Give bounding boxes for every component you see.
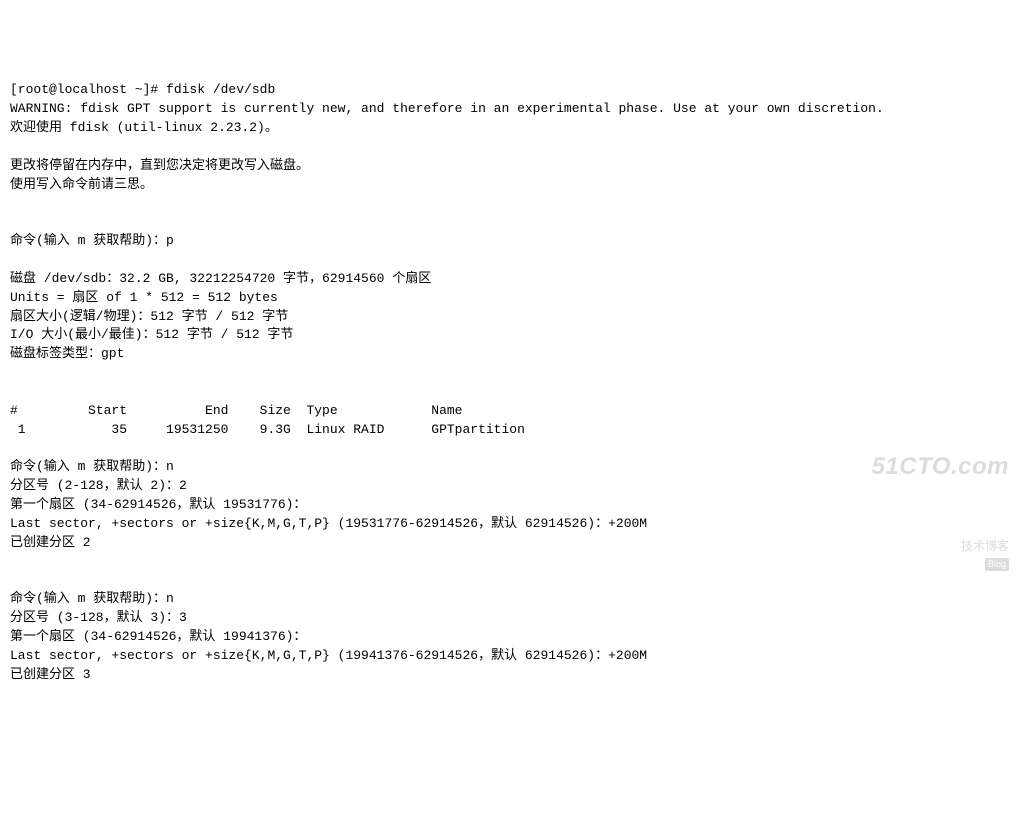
terminal-output: [root@localhost ~]# fdisk /dev/sdbWARNIN…: [10, 81, 1007, 684]
terminal-line: [10, 552, 1007, 571]
terminal-line: [10, 439, 1007, 458]
terminal-line: 分区号 (2-128，默认 2)：2: [10, 477, 1007, 496]
terminal-line: 已创建分区 3: [10, 666, 1007, 685]
terminal-line: [10, 213, 1007, 232]
terminal-line: Last sector, +sectors or +size{K,M,G,T,P…: [10, 647, 1007, 666]
terminal-line: [10, 194, 1007, 213]
terminal-line: 磁盘 /dev/sdb：32.2 GB, 32212254720 字节，6291…: [10, 270, 1007, 289]
terminal-line: 更改将停留在内存中，直到您决定将更改写入磁盘。: [10, 157, 1007, 176]
terminal-line: [10, 571, 1007, 590]
terminal-line: 分区号 (3-128，默认 3)：3: [10, 609, 1007, 628]
terminal-line: 命令(输入 m 获取帮助)：n: [10, 458, 1007, 477]
terminal-line: [10, 364, 1007, 383]
terminal-line: 命令(输入 m 获取帮助)：p: [10, 232, 1007, 251]
terminal-line: 扇区大小(逻辑/物理)：512 字节 / 512 字节: [10, 308, 1007, 327]
terminal-line: 使用写入命令前请三思。: [10, 176, 1007, 195]
terminal-line: WARNING: fdisk GPT support is currently …: [10, 100, 1007, 119]
terminal-line: 命令(输入 m 获取帮助)：n: [10, 590, 1007, 609]
terminal-line: 磁盘标签类型：gpt: [10, 345, 1007, 364]
terminal-line: 欢迎使用 fdisk (util-linux 2.23.2)。: [10, 119, 1007, 138]
terminal-line: Units = 扇区 of 1 * 512 = 512 bytes: [10, 289, 1007, 308]
terminal-line: 第一个扇区 (34-62914526，默认 19941376)：: [10, 628, 1007, 647]
terminal-line: [root@localhost ~]# fdisk /dev/sdb: [10, 81, 1007, 100]
terminal-line: # Start End Size Type Name: [10, 402, 1007, 421]
terminal-line: 第一个扇区 (34-62914526，默认 19531776)：: [10, 496, 1007, 515]
terminal-line: 已创建分区 2: [10, 534, 1007, 553]
terminal-line: [10, 251, 1007, 270]
terminal-line: [10, 383, 1007, 402]
terminal-line: [10, 138, 1007, 157]
terminal-line: I/O 大小(最小/最佳)：512 字节 / 512 字节: [10, 326, 1007, 345]
terminal-line: Last sector, +sectors or +size{K,M,G,T,P…: [10, 515, 1007, 534]
terminal-line: 1 35 19531250 9.3G Linux RAID GPTpartiti…: [10, 421, 1007, 440]
